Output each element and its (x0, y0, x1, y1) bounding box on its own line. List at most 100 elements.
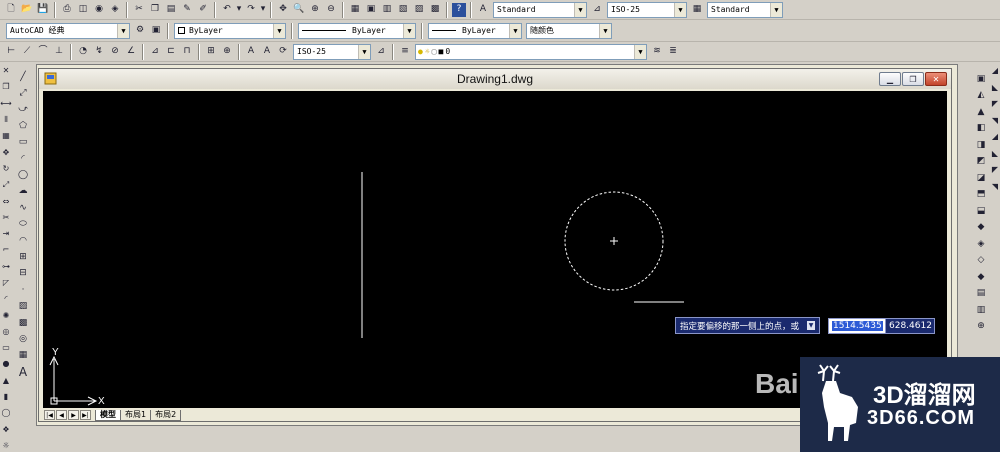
ordinate-dim-icon[interactable]: ⊥ (52, 45, 66, 59)
continue-dim-icon[interactable]: ⊓ (180, 45, 194, 59)
chamfer-icon[interactable]: ◸ (0, 276, 12, 290)
match-properties-icon[interactable]: ✎ (180, 3, 194, 17)
layer-select[interactable]: ● ☼ ▢ ■ 0 ▼ (415, 43, 647, 60)
close-button[interactable]: ✕ (925, 72, 947, 86)
print-icon[interactable]: ⎙ (60, 3, 74, 17)
open-icon[interactable]: 📂 (20, 3, 34, 17)
workspace-save-icon[interactable]: ▣ (149, 24, 163, 38)
break-icon[interactable]: ⌐ (0, 243, 12, 257)
linetype-select[interactable]: ByLayer ▼ (298, 22, 416, 39)
redo-dropdown-icon[interactable]: ▾ (260, 3, 266, 17)
undo-dropdown-icon[interactable]: ▾ (236, 3, 242, 17)
properties-icon[interactable]: ▦ (348, 3, 362, 17)
layer-manager-icon[interactable]: ≡ (398, 45, 412, 59)
torus-icon[interactable]: ◯ (0, 406, 12, 420)
tab-layout1[interactable]: 布局1 (120, 409, 152, 421)
rotate-icon[interactable]: ↻ (0, 162, 12, 176)
3d-print-icon[interactable]: ◈ (108, 3, 122, 17)
multiline-text-icon[interactable]: A (16, 365, 30, 379)
table-style-select[interactable]: Standard ▼ (707, 1, 783, 18)
array-icon[interactable]: ▦ (0, 129, 12, 143)
arc-length-icon[interactable]: ⌒ (36, 45, 50, 59)
text-style-select[interactable]: Standard ▼ (493, 1, 587, 18)
zoom-realtime-icon[interactable]: 🔍 (292, 3, 306, 17)
minimize-button[interactable]: ▁ (879, 72, 901, 86)
view-icon[interactable]: ▭ (0, 341, 12, 355)
tool-icon[interactable]: ◣ (990, 147, 1000, 162)
tab-layout2[interactable]: 布局2 (150, 409, 182, 421)
rectangle-icon[interactable]: ▭ (16, 136, 30, 150)
new-icon[interactable]: 🗋 (4, 3, 18, 17)
cylinder-icon[interactable]: ▮ (0, 390, 12, 404)
hatch-icon[interactable]: ▨ (16, 299, 30, 313)
save-icon[interactable]: 💾 (36, 3, 50, 17)
x-coordinate-input[interactable]: 1514.5435 (828, 318, 887, 334)
erase-icon[interactable]: ✕ (0, 64, 12, 78)
intersect-icon[interactable]: ◈ (974, 237, 988, 252)
wedge-icon[interactable]: ◭ (974, 89, 988, 104)
quick-dim-icon[interactable]: ⊿ (148, 45, 162, 59)
circle-icon[interactable]: ◯ (16, 168, 30, 182)
imprint-icon[interactable]: ▤ (974, 287, 988, 302)
plot-style-select[interactable]: 随颜色 ▼ (526, 22, 612, 39)
table-icon[interactable]: ▦ (16, 349, 30, 363)
diameter-dim-icon[interactable]: ⊘ (108, 45, 122, 59)
jogged-dim-icon[interactable]: ↯ (92, 45, 106, 59)
tool-icon[interactable]: ◥ (990, 114, 1000, 129)
tool-icon[interactable]: ◢ (990, 130, 1000, 145)
linear-dim-icon[interactable]: ⊢ (4, 45, 18, 59)
dim-style-select-2[interactable]: ISO-25 ▼ (293, 43, 371, 60)
tool-icon[interactable]: ◥ (990, 180, 1000, 195)
help-icon[interactable]: ? (452, 2, 466, 17)
redo-icon[interactable]: ↷ (244, 3, 258, 17)
next-tab-button[interactable]: ▶ (68, 410, 79, 420)
preview-icon[interactable]: ◫ (76, 3, 90, 17)
render-preset-icon[interactable]: ▥ (974, 303, 988, 318)
orbit-icon[interactable]: ◎ (0, 325, 12, 339)
restore-button[interactable]: ❐ (902, 72, 924, 86)
tool-palettes-icon[interactable]: ▥ (380, 3, 394, 17)
insert-block-icon[interactable]: ⊞ (16, 250, 30, 264)
dim-edit-icon[interactable]: A (244, 45, 258, 59)
ellipse-arc-icon[interactable]: ◠ (16, 234, 30, 248)
ellipse-icon[interactable]: ⬭ (16, 218, 30, 232)
render-icon[interactable]: ❖ (0, 423, 12, 437)
union-icon[interactable]: ⬓ (974, 204, 988, 219)
dim-update-icon[interactable]: ⟳ (276, 45, 290, 59)
cone-icon[interactable]: ▲ (0, 374, 12, 388)
tool-icon[interactable]: ◢ (990, 64, 1000, 79)
region-icon[interactable]: ◎ (16, 332, 30, 346)
dim-style-manager-icon[interactable]: ⊿ (374, 45, 388, 59)
tool-icon[interactable]: ◣ (990, 81, 1000, 96)
move-icon[interactable]: ✥ (0, 145, 12, 159)
section-icon[interactable]: ◪ (974, 171, 988, 186)
center-mark-icon[interactable]: ⊕ (220, 45, 234, 59)
revision-cloud-icon[interactable]: ☁ (16, 185, 30, 199)
first-tab-button[interactable]: |◀ (44, 410, 55, 420)
baseline-dim-icon[interactable]: ⊏ (164, 45, 178, 59)
arc-icon[interactable]: ◜ (16, 152, 30, 166)
stretch-icon[interactable]: ⇔ (0, 194, 12, 208)
options-down-arrow-icon[interactable]: ▼ (807, 321, 816, 330)
offset-icon[interactable]: ⫴ (0, 113, 12, 127)
join-icon[interactable]: ⊶ (0, 260, 12, 274)
y-coordinate-input[interactable]: 628.4612 (885, 318, 935, 334)
tool-icon[interactable]: ◤ (990, 163, 1000, 178)
block-editor-icon[interactable]: ✐ (196, 3, 210, 17)
zoom-previous-icon[interactable]: ⊖ (324, 3, 338, 17)
design-center-icon[interactable]: ▣ (364, 3, 378, 17)
extrude-icon[interactable]: ◨ (974, 138, 988, 153)
paste-icon[interactable]: ▤ (164, 3, 178, 17)
line-icon[interactable]: ╱ (16, 70, 30, 84)
dim-style-select[interactable]: ISO-25 ▼ (607, 1, 687, 18)
markup-icon[interactable]: ▨ (412, 3, 426, 17)
shell-icon[interactable]: ◇ (974, 254, 988, 269)
window-titlebar[interactable]: Drawing1.dwg ▁ ❐ ✕ (39, 69, 951, 89)
fillet-edge-icon[interactable]: ◆ (974, 270, 988, 285)
radius-dim-icon[interactable]: ◔ (76, 45, 90, 59)
sphere-icon[interactable]: ● (0, 357, 12, 371)
angular-dim-icon[interactable]: ∠ (124, 45, 138, 59)
explode-icon[interactable]: ✺ (0, 308, 12, 322)
cube-icon[interactable]: ◧ (974, 122, 988, 137)
copy-object-icon[interactable]: ❐ (0, 80, 12, 94)
